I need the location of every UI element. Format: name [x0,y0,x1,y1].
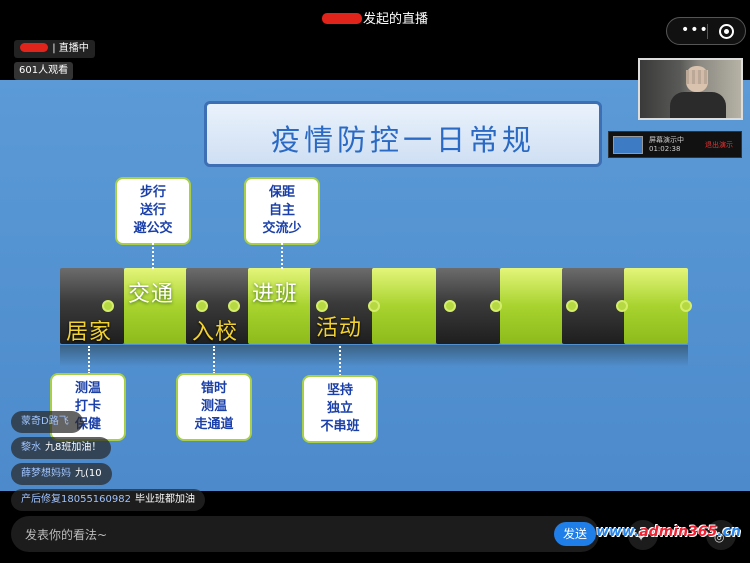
screen-share-time: 01:02:38 [649,145,681,153]
screen-share-status: 屏幕演示中 [649,136,684,144]
card-line: 步行 [139,185,166,200]
card-line: 自主 [268,203,295,218]
timeline-segment-green [500,268,564,344]
card-connector [213,346,215,374]
puzzle-connector [196,300,208,312]
timeline-label-enter-class: 进班 [252,282,299,307]
comment-text: 毕业班都加油 [135,494,195,505]
card-connector [339,346,341,376]
presenter-video[interactable] [638,58,743,120]
slide-title-box: 疫情防控一日常规 [204,101,602,167]
card-line: 独立 [326,401,353,416]
card-connector [152,243,154,269]
puzzle-connector [368,300,380,312]
host-name-redacted [321,13,362,24]
comment-user: 蒙奇D路飞 [21,416,69,427]
card-activity: 坚持 独立 不串班 [302,375,378,443]
comment-item: 黎水 九8班加油！ [11,437,112,459]
card-line: 交流少 [262,221,302,236]
card-line: 避公交 [133,221,173,236]
page-title-suffix: 发起的直播 [362,12,428,27]
card-line: 坚持 [326,383,353,398]
card-line: 走通道 [194,417,234,432]
card-line: 测温 [74,381,101,396]
face-mosaic [686,70,708,84]
comment-user: 黎水 [21,442,41,453]
more-dots-icon[interactable]: ••• [681,22,709,38]
puzzle-connector [102,300,114,312]
timeline-segment-green [624,268,688,344]
comment-user: 薛梦想妈妈 [21,468,71,479]
send-button[interactable]: 发送 [554,522,596,546]
puzzle-connector [228,300,240,312]
exit-screen-share-button[interactable]: 退出演示 [705,140,733,150]
host-badge-name-redacted [20,43,48,52]
target-circle-icon[interactable] [719,24,734,39]
comment-text: 九(10 [75,468,102,479]
card-line: 不串班 [320,419,360,434]
card-connector [281,243,283,269]
timeline-label-traffic: 交通 [128,282,175,307]
comment-item: 蒙奇D路飞 [11,411,83,433]
watermark-suffix: .cn [717,524,741,540]
host-badge[interactable]: | 直播中 [14,40,95,58]
mini-program-capsule: ••• [666,17,746,45]
timeline-label-home: 居家 [66,320,113,345]
timeline-label-enter-school: 入校 [192,320,239,345]
card-line: 测温 [200,399,227,414]
slide-title: 疫情防控一日常规 [270,123,535,157]
comment-input[interactable]: 发表你的看法~ [11,516,599,552]
comment-item: 薛梦想妈妈 九(10 [11,463,112,485]
puzzle-connector [616,300,628,312]
comment-item: 产后修复18055160982 毕业班都加油 [11,489,205,511]
screen-thumbnail [613,136,643,154]
puzzle-connector [490,300,502,312]
watermark-prefix: www. [596,524,640,540]
comment-text: 九8班加油！ [45,442,102,453]
card-line: 送行 [139,203,166,218]
card-enter-class: 保距 自主 交流少 [244,177,320,245]
card-enter-school: 错时 测温 走通道 [176,373,252,441]
capsule-divider [707,24,708,39]
comment-input-placeholder: 发表你的看法~ [25,528,108,542]
viewer-count: 601人观看 [14,62,74,80]
watermark-brand: admin365 [639,524,718,540]
puzzle-connector [444,300,456,312]
card-line: 错时 [200,381,227,396]
card-traffic: 步行 送行 避公交 [115,177,191,245]
presenter-body [670,92,726,118]
puzzle-connector [680,300,692,312]
timeline-segment-green [372,268,436,344]
screen-share-window: 屏幕演示中 01:02:38 退出演示 [608,131,742,158]
watermark: www.admin365.cn [596,524,741,540]
timeline-label-activity: 活动 [316,316,363,341]
timeline-reflection [60,345,688,367]
puzzle-connector [566,300,578,312]
live-status: | 直播中 [52,43,89,54]
page-title: 发起的直播 [0,8,750,27]
comment-user: 产后修复18055160982 [21,494,131,505]
card-line: 保距 [268,185,295,200]
card-connector [88,346,90,374]
